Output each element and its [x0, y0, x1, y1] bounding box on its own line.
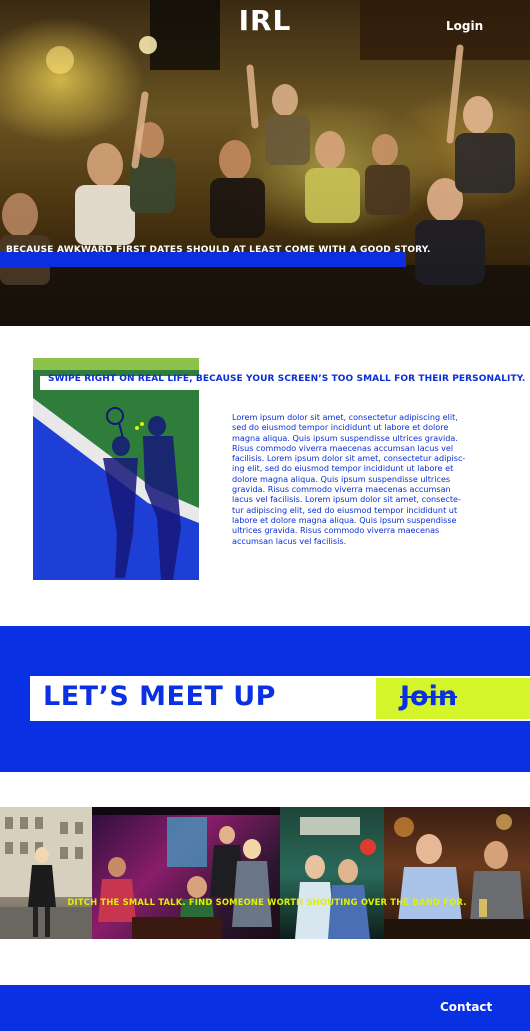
body-line: gravida. Risus commodo viverra maecenas … [232, 484, 451, 495]
bowling-photo [92, 807, 280, 939]
body-line: Lorem ipsum dolor sit amet, consectetur … [232, 412, 458, 422]
bar-illustration [384, 814, 530, 939]
intro-body: Lorem ipsum dolor sit amet, consectetur … [232, 412, 484, 546]
body-line: tur adipiscing elit, sed do eiusmod temp… [232, 504, 458, 515]
hero-section: IRL Login BECAUSE AWKWARD FIRST DATES SH… [0, 0, 530, 326]
body-line: ing elit, sed do eiusmod tempor incididu… [232, 463, 454, 474]
join-button[interactable]: Join [376, 678, 530, 719]
photo-strip [0, 807, 530, 939]
body-line: facilisis. Lorem ipsum dolor sit amet, c… [232, 453, 466, 464]
body-line: accumsan lacus vel facilisis. [232, 535, 347, 546]
footer: Contact [0, 985, 530, 1031]
body-line: ultrices gravida. Risus commodo viverra … [232, 525, 440, 536]
join-button-label: Join [400, 681, 458, 712]
tennis-shadow-illustration [33, 358, 199, 580]
street-illustration [0, 807, 92, 939]
login-link[interactable]: Login [446, 19, 483, 33]
strip-caption: DITCH THE SMALL TALK. FIND SOMEONE WORTH… [0, 897, 530, 907]
street-photo [0, 807, 92, 939]
couple-illustration [295, 817, 376, 939]
body-line: sed do eiusmod tempor incididunt ut labo… [232, 422, 449, 433]
strip-caption-text: DITCH THE SMALL TALK. FIND SOMEONE WORTH… [67, 897, 467, 907]
bowling-illustration [92, 807, 280, 939]
body-line: labore et dolore magna aliqua. Quis ipsu… [232, 514, 457, 525]
hero-photo [0, 0, 530, 326]
contact-link[interactable]: Contact [440, 1000, 492, 1014]
body-line: dolore magna aliqua. Quis ipsum suspendi… [232, 473, 451, 484]
cta-title: LET’S MEET UP [43, 681, 276, 712]
couple-photo [280, 807, 384, 939]
hero-tagline: BECAUSE AWKWARD FIRST DATES SHOULD AT LE… [6, 245, 431, 255]
body-line: magna aliqua. Quis ipsum suspendisse ult… [232, 432, 458, 443]
bar-photo [384, 807, 530, 939]
tennis-shadow-photo [33, 358, 199, 580]
body-line: Risus commodo viverra maecenas accumsan … [232, 442, 454, 453]
body-line: lacus vel facilisis. Lorem ipsum dolor s… [232, 494, 461, 505]
intro-headline: SWIPE RIGHT ON REAL LIFE, BECAUSE YOUR S… [48, 374, 526, 384]
